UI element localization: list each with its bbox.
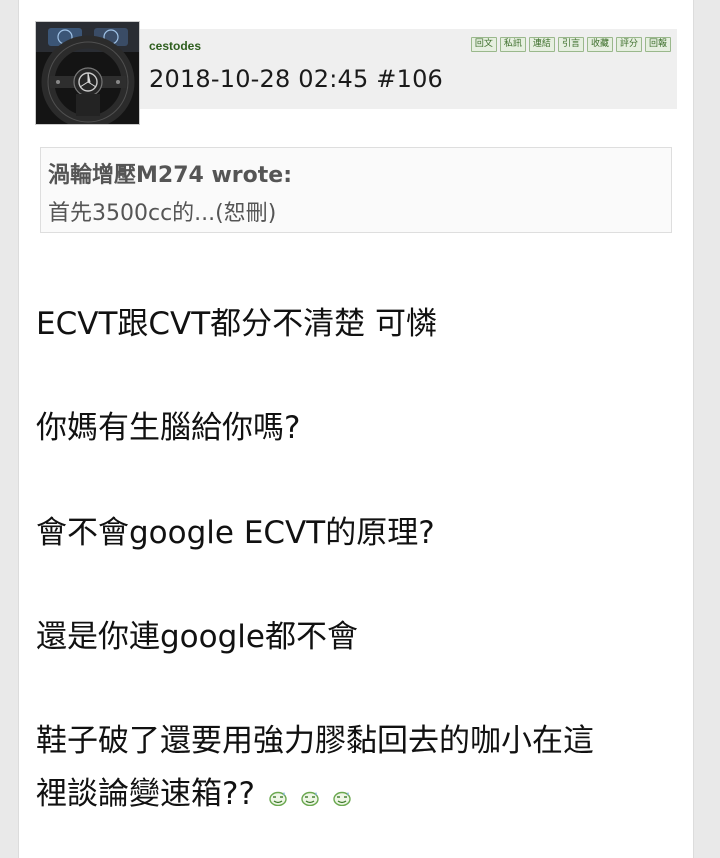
quote-author: 渦輪增壓M274 wrote: bbox=[48, 163, 292, 188]
post-body-line: 還是你連google都不會 bbox=[36, 619, 358, 655]
post-timestamp: 2018-10-28 02:45 #106 bbox=[149, 65, 444, 93]
rate-button[interactable]: 評分 bbox=[615, 37, 642, 52]
link-button[interactable]: 連結 bbox=[528, 37, 555, 52]
quote-button[interactable]: 引言 bbox=[557, 37, 584, 52]
sweat-smiley-icon bbox=[269, 778, 287, 807]
post-body-line: ECVT跟CVT都分不清楚 可憐 bbox=[36, 306, 438, 342]
post-body-last-line: 裡談論變速箱?? bbox=[36, 768, 351, 813]
sweat-smiley-icon bbox=[301, 778, 319, 807]
post-body-line: 會不會google ECVT的原理? bbox=[36, 515, 435, 551]
quote-block: 渦輪增壓M274 wrote: 首先3500cc的...(恕刪) bbox=[40, 147, 672, 233]
steering-wheel-photo bbox=[36, 22, 139, 124]
avatar[interactable] bbox=[35, 21, 140, 125]
quote-text: 首先3500cc的...(恕刪) bbox=[48, 201, 277, 226]
post-body-line-text: 裡談論變速箱?? bbox=[36, 776, 255, 812]
post-action-bar: 回文 私訊 連結 引言 收藏 評分 回報 bbox=[470, 37, 671, 52]
report-button[interactable]: 回報 bbox=[644, 37, 671, 52]
post-header: cestodes 回文 私訊 連結 引言 收藏 評分 回報 2018-10-28… bbox=[140, 29, 677, 109]
sweat-smiley-icon bbox=[333, 778, 351, 807]
username-link[interactable]: cestodes bbox=[149, 39, 201, 53]
post-body-line: 鞋子破了還要用強力膠黏回去的咖小在這 bbox=[36, 723, 594, 759]
bookmark-button[interactable]: 收藏 bbox=[586, 37, 613, 52]
private-message-button[interactable]: 私訊 bbox=[499, 37, 526, 52]
post-body-line: 你媽有生腦給你嗎? bbox=[36, 410, 301, 446]
reply-button[interactable]: 回文 bbox=[470, 37, 497, 52]
